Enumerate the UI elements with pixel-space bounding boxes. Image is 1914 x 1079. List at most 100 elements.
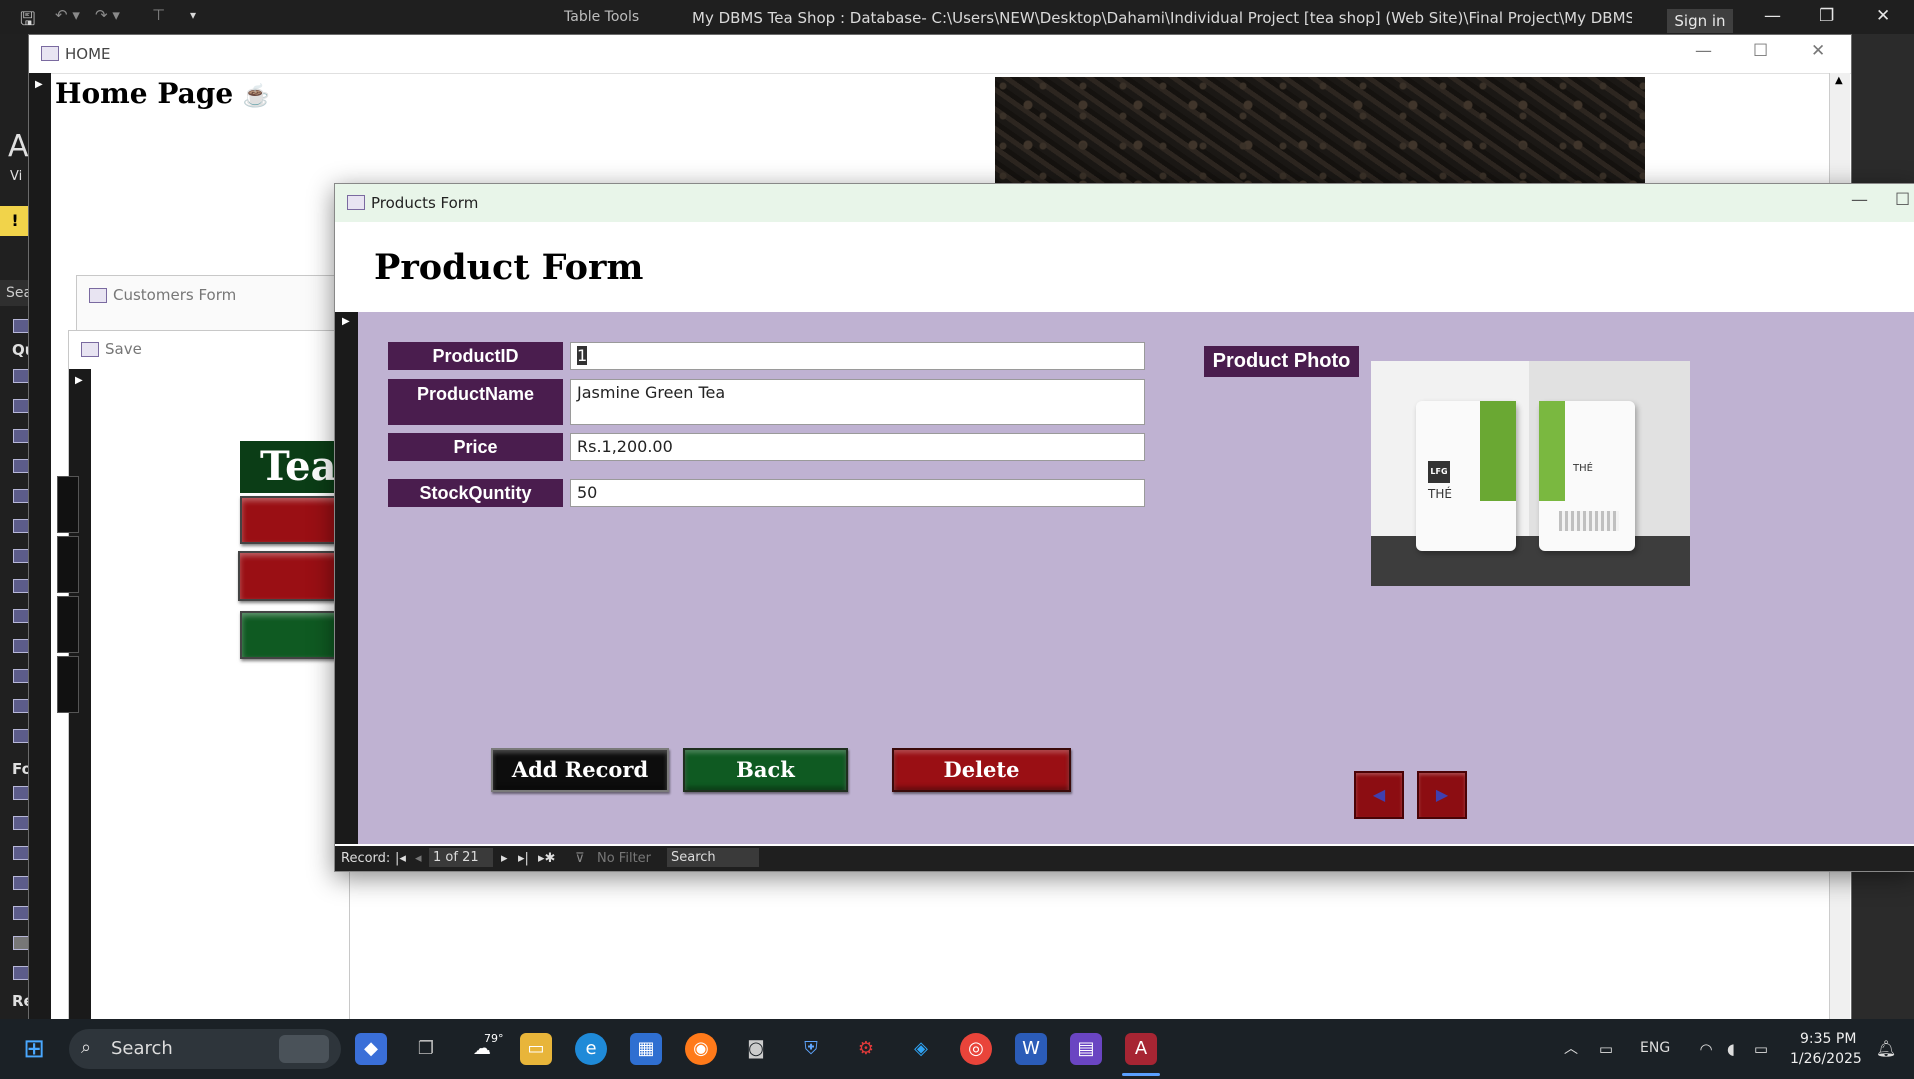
product-name-field[interactable]: Jasmine Green Tea xyxy=(570,379,1145,425)
camera-icon[interactable]: ◙ xyxy=(740,1033,772,1065)
form-icon-selected[interactable] xyxy=(13,936,29,950)
form-icon[interactable] xyxy=(13,966,29,980)
form-icon[interactable] xyxy=(13,786,29,800)
form-detail-section: ProductID 1 ProductName Jasmine Green Te… xyxy=(335,312,1914,844)
products-window-caption[interactable]: Products Form — ☐ xyxy=(335,184,1914,222)
query-icon[interactable] xyxy=(13,579,29,593)
copilot-icon[interactable]: ◆ xyxy=(355,1033,387,1065)
current-record-field[interactable]: 1 of 21 xyxy=(429,848,493,867)
windows-taskbar: ⊞ ⌕ Search ◆ ❐ ☁ 79° ▭ e ▦ ◉ ◙ ⛨ ⚙ ◈ ◎ W … xyxy=(0,1019,1914,1079)
query-icon[interactable] xyxy=(13,459,29,473)
back-button[interactable]: Back xyxy=(683,748,848,792)
black-button[interactable] xyxy=(57,656,79,713)
stock-quantity-field[interactable]: 50 xyxy=(570,479,1145,507)
weather-icon[interactable]: ☁ 79° xyxy=(460,1032,504,1065)
battery-icon[interactable]: ▭ xyxy=(1745,1033,1777,1065)
form-icon[interactable] xyxy=(13,816,29,830)
product-id-field[interactable]: 1 xyxy=(570,342,1145,370)
next-record-button[interactable]: ▶ xyxy=(1417,771,1467,819)
query-icon[interactable] xyxy=(13,549,29,563)
format-painter-icon[interactable]: ⊤ xyxy=(152,6,165,24)
query-icon[interactable] xyxy=(13,519,29,533)
add-record-button[interactable]: Add Record xyxy=(491,748,669,792)
product-name-label: ProductName xyxy=(388,379,563,425)
form-icon xyxy=(347,195,365,210)
sign-in-button[interactable]: Sign in xyxy=(1667,9,1733,33)
delete-button[interactable]: Delete xyxy=(892,748,1071,792)
save-window[interactable]: Save ▶ Tea xyxy=(57,330,380,1022)
language-indicator[interactable]: ENG xyxy=(1640,1040,1670,1056)
query-icon[interactable] xyxy=(13,609,29,623)
edge-icon[interactable]: e xyxy=(575,1033,607,1065)
filter-status[interactable]: No Filter xyxy=(597,851,651,866)
file-explorer-icon[interactable]: ▭ xyxy=(520,1033,552,1065)
security-app-icon[interactable]: ⚙ xyxy=(850,1033,882,1065)
record-search-field[interactable]: Search xyxy=(667,848,759,867)
query-icon[interactable] xyxy=(13,369,29,383)
product-id-label: ProductID xyxy=(388,342,563,370)
clock-date[interactable]: 1/26/2025 xyxy=(1790,1051,1862,1067)
word-icon[interactable]: W xyxy=(1015,1033,1047,1065)
form-icon[interactable] xyxy=(13,906,29,920)
black-button[interactable] xyxy=(57,536,79,593)
query-icon[interactable] xyxy=(13,729,29,743)
task-view-icon[interactable]: ❐ xyxy=(410,1033,442,1065)
home-window-caption[interactable]: HOME — ☐ ✕ xyxy=(29,35,1851,74)
firefox-icon[interactable]: ◉ xyxy=(685,1033,717,1065)
chrome-icon[interactable]: ◎ xyxy=(960,1033,992,1065)
product-photo-image[interactable]: LFG THÉ THÉ xyxy=(1371,361,1690,586)
customize-toolbar-icon[interactable]: ▾ xyxy=(190,8,196,22)
scroll-up-icon[interactable]: ▲ xyxy=(1835,75,1843,86)
minimize-icon[interactable]: — xyxy=(1764,6,1781,26)
query-icon[interactable] xyxy=(13,429,29,443)
query-icon[interactable] xyxy=(13,699,29,713)
form-icon[interactable] xyxy=(13,876,29,890)
store-icon[interactable]: ▦ xyxy=(630,1033,662,1065)
record-selector[interactable]: ▶ xyxy=(29,73,51,1021)
form-icon xyxy=(41,46,59,61)
prev-record-icon[interactable]: ◂ xyxy=(415,851,422,866)
start-icon[interactable]: ⊞ xyxy=(18,1033,50,1065)
notification-bell-icon[interactable]: 🔔︎ xyxy=(1870,1033,1902,1065)
home-page-title: Home Page ☕ xyxy=(55,77,271,110)
close-icon[interactable]: ✕ xyxy=(1876,6,1890,26)
query-icon[interactable] xyxy=(13,399,29,413)
undo-icon[interactable]: ↶ ▾ xyxy=(55,6,80,24)
next-record-icon[interactable]: ▸ xyxy=(501,851,508,866)
search-highlight-image xyxy=(279,1035,329,1063)
restore-icon[interactable]: ❐ xyxy=(1819,6,1834,26)
black-button[interactable] xyxy=(57,596,79,653)
clock-time[interactable]: 9:35 PM xyxy=(1800,1031,1856,1047)
clipchamp-icon[interactable]: ▤ xyxy=(1070,1033,1102,1065)
maximize-icon[interactable]: ☐ xyxy=(1753,41,1768,61)
minimize-icon[interactable]: — xyxy=(1851,190,1868,210)
customers-form-window[interactable]: Customers Form xyxy=(76,275,338,337)
show-hidden-icons-icon[interactable]: ︿ xyxy=(1555,1033,1587,1065)
defender-icon[interactable]: ⛨ xyxy=(795,1033,827,1065)
black-button[interactable] xyxy=(57,476,79,533)
tea-leaf-icon: ☕ xyxy=(242,83,271,109)
keyboard-layout-icon[interactable]: ▭ xyxy=(1590,1033,1622,1065)
maximize-icon[interactable]: ☐ xyxy=(1895,190,1910,210)
close-icon[interactable]: ✕ xyxy=(1811,41,1825,61)
filter-icon[interactable]: ⊽ xyxy=(575,851,585,866)
vscode-icon[interactable]: ◈ xyxy=(905,1033,937,1065)
price-field[interactable]: Rs.1,200.00 xyxy=(570,433,1145,461)
form-icon[interactable] xyxy=(13,846,29,860)
taskbar-search-box[interactable]: ⌕ Search xyxy=(69,1029,341,1069)
new-record-icon[interactable]: ▸✱ xyxy=(538,851,555,866)
redo-icon[interactable]: ↷ ▾ xyxy=(95,6,120,24)
record-selector[interactable]: ▶ xyxy=(335,312,358,844)
first-record-icon[interactable]: |◂ xyxy=(395,851,406,866)
volume-icon[interactable]: ◖ xyxy=(1715,1033,1747,1065)
query-icon[interactable] xyxy=(13,489,29,503)
form-icon xyxy=(81,342,99,357)
previous-record-button[interactable]: ◀ xyxy=(1354,771,1404,819)
table-icon[interactable] xyxy=(13,319,29,333)
minimize-icon[interactable]: — xyxy=(1695,41,1712,61)
query-icon[interactable] xyxy=(13,669,29,683)
save-icon[interactable]: 🖫 xyxy=(20,7,35,37)
last-record-icon[interactable]: ▸| xyxy=(518,851,529,866)
query-icon[interactable] xyxy=(13,639,29,653)
access-icon[interactable]: A xyxy=(1125,1033,1157,1065)
